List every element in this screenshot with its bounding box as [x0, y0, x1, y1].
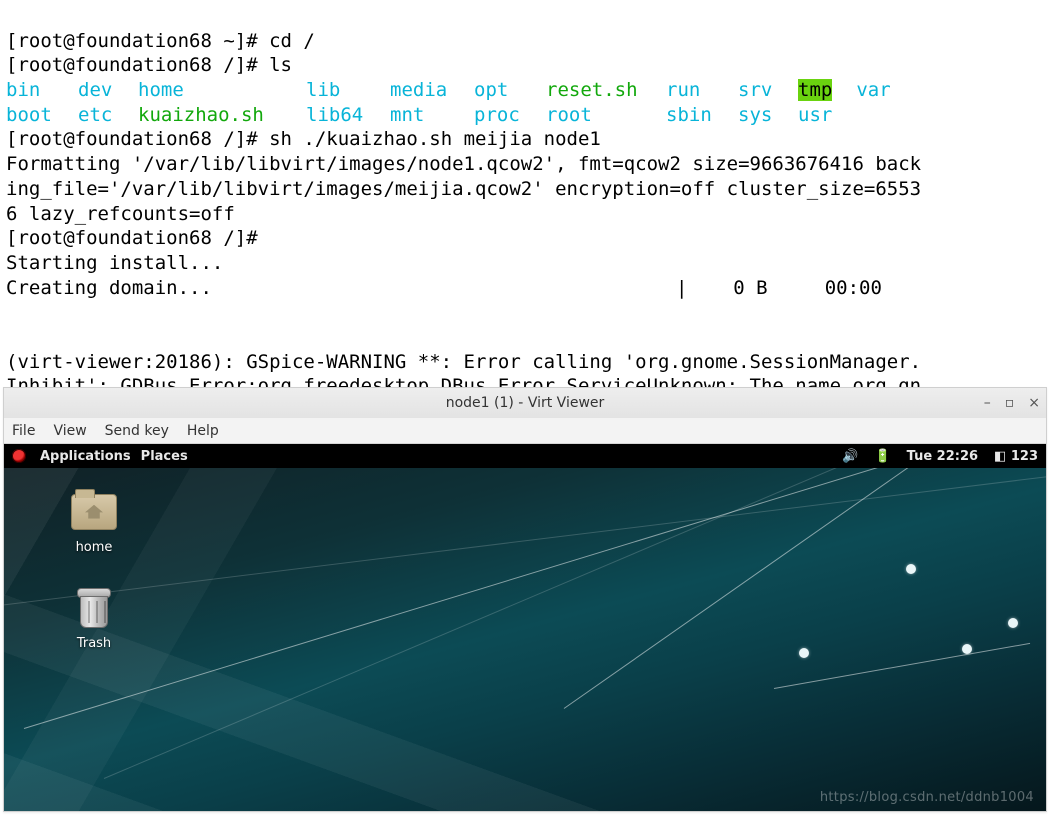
desktop-icon-trash[interactable]: Trash: [59, 586, 129, 651]
wallpaper-line: [24, 468, 1038, 729]
ls-entry-mnt: mnt: [390, 103, 474, 128]
ls-entry-reset-sh: reset.sh: [546, 78, 666, 103]
wallpaper-line: [774, 643, 1030, 689]
wallpaper-line: [104, 468, 1006, 779]
distro-icon: [12, 449, 26, 463]
output-line: 6 lazy_refcounts=off: [6, 203, 235, 225]
maximize-button[interactable]: ▫: [1005, 395, 1015, 411]
ls-entry-sbin: sbin: [666, 103, 738, 128]
close-button[interactable]: ×: [1028, 395, 1040, 411]
output-line: Creating domain...: [6, 276, 676, 301]
terminal-output[interactable]: [root@foundation68 ~]# cd / [root@founda…: [0, 0, 1055, 428]
cmd-cd: cd /: [269, 30, 315, 52]
icon-label: Trash: [59, 636, 129, 651]
output-line: ing_file='/var/lib/libvirt/images/meijia…: [6, 178, 921, 200]
menu-send-key[interactable]: Send key: [105, 423, 169, 439]
trash-icon: [77, 588, 111, 628]
window-title: node1 (1) - Virt Viewer: [446, 395, 605, 411]
ls-entry-proc: proc: [474, 103, 546, 128]
menu-help[interactable]: Help: [187, 423, 219, 439]
prompt: [root@foundation68 /]#: [6, 54, 269, 76]
panel-applications[interactable]: Applications: [40, 449, 131, 464]
window-titlebar[interactable]: node1 (1) - Virt Viewer – ▫ ×: [4, 388, 1046, 418]
folder-home-icon: [71, 494, 117, 530]
ls-entry-root: root: [546, 103, 666, 128]
watermark-text: https://blog.csdn.net/ddnb1004: [820, 790, 1034, 805]
wallpaper-node: [906, 564, 916, 574]
ls-entry-bin: bin: [6, 78, 78, 103]
ls-entry-srv: srv: [738, 78, 798, 103]
icon-label: home: [59, 540, 129, 555]
ls-entry-sys: sys: [738, 103, 798, 128]
ls-entry-lib: lib: [306, 78, 390, 103]
prompt: [root@foundation68 /]#: [6, 227, 269, 249]
prompt: [root@foundation68 ~]#: [6, 30, 269, 52]
ls-entry-media: media: [390, 78, 474, 103]
ls-entry-var: var: [856, 79, 890, 101]
ls-entry-dev: dev: [78, 78, 138, 103]
ls-entry-opt: opt: [474, 78, 546, 103]
ls-entry-etc: etc: [78, 103, 138, 128]
panel-clock[interactable]: Tue 22:26: [907, 449, 978, 464]
ls-entry-lib64: lib64: [306, 103, 390, 128]
progress-readout: | 0 B 00:00: [676, 276, 905, 301]
guest-desktop[interactable]: home Trash https://blog.csdn.net/ddnb100…: [4, 468, 1046, 811]
wallpaper-line: [4, 472, 1046, 609]
cmd-sh-kuaizhao: sh ./kuaizhao.sh meijia node1: [269, 128, 601, 150]
virt-viewer-window: node1 (1) - Virt Viewer – ▫ × File View …: [3, 387, 1047, 812]
battery-icon[interactable]: 🔋: [874, 449, 890, 464]
output-line: Formatting '/var/lib/libvirt/images/node…: [6, 153, 921, 175]
notification-badge[interactable]: ◧ 123: [994, 449, 1038, 464]
ls-entry-home: home: [138, 78, 306, 103]
wallpaper-node: [962, 644, 972, 654]
wallpaper-node: [1008, 618, 1018, 628]
menu-view[interactable]: View: [53, 423, 86, 439]
menu-file[interactable]: File: [12, 423, 35, 439]
guest-top-panel: Applications Places 🔊 🔋 Tue 22:26 ◧ 123: [4, 444, 1046, 468]
output-line: (virt-viewer:20186): GSpice-WARNING **: …: [6, 351, 921, 373]
output-line: Starting install...: [6, 252, 223, 274]
prompt: [root@foundation68 /]#: [6, 128, 269, 150]
ls-entry-boot: boot: [6, 103, 78, 128]
ls-entry-run: run: [666, 78, 738, 103]
ls-entry-usr: usr: [798, 104, 832, 126]
ls-entry-tmp: tmp: [798, 79, 832, 101]
panel-places[interactable]: Places: [141, 449, 188, 464]
desktop-icon-home[interactable]: home: [59, 490, 129, 555]
ls-entry-kuaizhao-sh: kuaizhao.sh: [138, 103, 306, 128]
minimize-button[interactable]: –: [984, 395, 991, 411]
cmd-ls: ls: [269, 54, 292, 76]
menu-bar: File View Send key Help: [4, 418, 1046, 444]
volume-icon[interactable]: 🔊: [842, 449, 858, 464]
wallpaper-node: [799, 648, 809, 658]
